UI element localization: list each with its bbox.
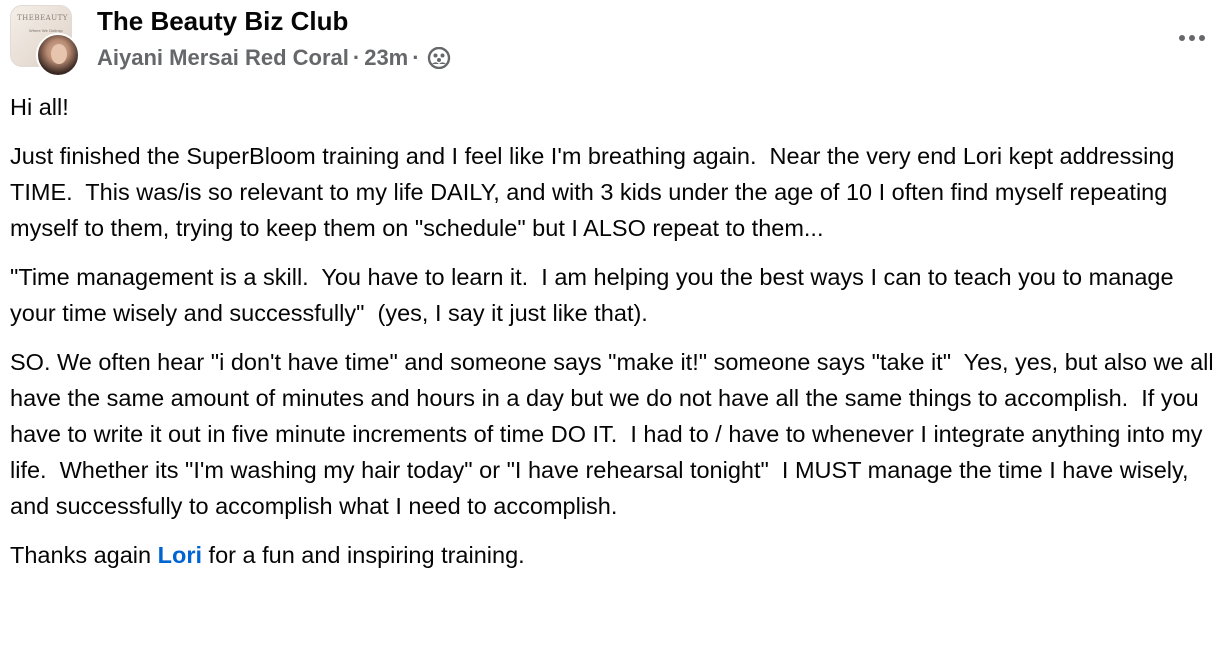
post-timestamp[interactable]: 23m <box>364 45 408 71</box>
author-avatar[interactable] <box>36 33 80 77</box>
post-body: Hi all! Just finished the SuperBloom tra… <box>10 89 1224 586</box>
meta-separator-2: · <box>412 45 420 70</box>
closing-text-before: Thanks again <box>10 542 158 568</box>
more-dot-1 <box>1179 35 1185 41</box>
more-dot-2 <box>1189 35 1195 41</box>
closing-text-after: for a fun and inspiring training. <box>202 542 525 568</box>
post-paragraph: "Time management is a skill. You have to… <box>10 264 1181 326</box>
avatar-face <box>51 44 67 64</box>
more-options-button[interactable] <box>1172 22 1212 54</box>
more-dot-3 <box>1199 35 1205 41</box>
post-header: THEBEAUTY BIZ CL Where We Outinsp The Be… <box>0 0 1228 86</box>
meta-separator: · <box>352 45 361 70</box>
post-paragraph: SO. We often hear "i don't have time" an… <box>10 349 1221 519</box>
group-members-icon[interactable] <box>427 46 451 70</box>
post-meta: Aiyani Mersai Red Coral · 23m · <box>97 45 451 71</box>
post-closing: Thanks again Lori for a fun and inspirin… <box>10 537 1224 573</box>
group-post: THEBEAUTY BIZ CL Where We Outinsp The Be… <box>0 0 1228 662</box>
post-paragraph: Hi all! <box>10 94 69 120</box>
post-paragraph: Just finished the SuperBloom training an… <box>10 143 1181 241</box>
group-thumb-text: THEBEAUTY BIZ CL <box>17 14 71 22</box>
group-name-link[interactable]: The Beauty Biz Club <box>97 6 348 37</box>
mention-link[interactable]: Lori <box>158 542 202 568</box>
author-name-link[interactable]: Aiyani Mersai Red Coral <box>97 45 349 71</box>
